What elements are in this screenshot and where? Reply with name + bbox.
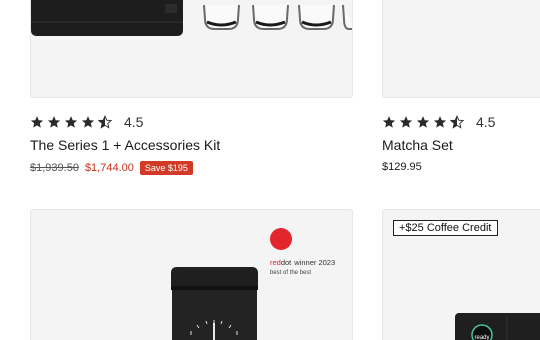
award-subtitle: best of the best	[270, 270, 311, 276]
star-half-icon	[98, 115, 112, 129]
star-full-icon	[64, 116, 78, 128]
star-full-icon	[399, 116, 413, 128]
product-title[interactable]: Matcha Set	[382, 137, 453, 153]
product-rating: 4.5	[382, 114, 495, 130]
star-full-icon	[30, 116, 44, 128]
price: $129.95	[382, 161, 422, 173]
red-dot-award-logo: reddot winner 2023 best of the best	[270, 228, 335, 276]
product-card-matcha-set[interactable]: 4.5 Matcha Set $129.95	[382, 0, 540, 173]
rating-value: 4.5	[124, 114, 144, 130]
brewer-illustration: reddot winner 2023 best of the best	[171, 228, 335, 340]
star-half-icon	[450, 115, 464, 129]
save-badge: Save $195	[139, 161, 193, 175]
award-brand-dark: dot	[281, 258, 292, 267]
product-image[interactable]: reddot winner 2023 best of the best	[30, 209, 353, 340]
product-title[interactable]: The Series 1 + Accessories Kit	[30, 137, 220, 153]
svg-text:reddotwinner 2023: reddot winner 2023	[270, 258, 335, 267]
award-title: winner 2023	[293, 258, 335, 267]
sale-price: $1,744.00	[84, 162, 134, 174]
original-price: $1,939.50	[30, 162, 79, 174]
price-row: $1,939.50 $1,744.00 Save $195	[30, 161, 193, 175]
award-brand-red: red	[270, 258, 281, 267]
product-image[interactable]: ready +$25 Coffee Credit	[382, 209, 540, 340]
star-full-icon	[433, 116, 447, 128]
product-rating: 4.5	[30, 114, 143, 130]
display-ready-text: ready	[474, 335, 489, 340]
price-row: $129.95	[382, 161, 422, 173]
product-card-brewer[interactable]: reddot winner 2023 best of the best	[30, 209, 353, 340]
product-card-series1-kit[interactable]: 4.5 The Series 1 + Accessories Kit $1,93…	[30, 0, 353, 175]
star-full-icon	[416, 116, 430, 128]
series1-kit-illustration	[31, 0, 352, 36]
product-card-coffee-machine[interactable]: ready +$25 Coffee Credit	[382, 209, 540, 340]
coffee-credit-badge: +$25 Coffee Credit	[393, 220, 499, 236]
product-image[interactable]	[30, 0, 353, 98]
star-full-icon	[81, 116, 95, 128]
star-full-icon	[47, 116, 61, 128]
rating-stars	[30, 115, 112, 129]
product-image[interactable]	[382, 0, 540, 98]
star-full-icon	[382, 116, 396, 128]
rating-value: 4.5	[476, 114, 496, 130]
rating-stars	[382, 115, 464, 129]
